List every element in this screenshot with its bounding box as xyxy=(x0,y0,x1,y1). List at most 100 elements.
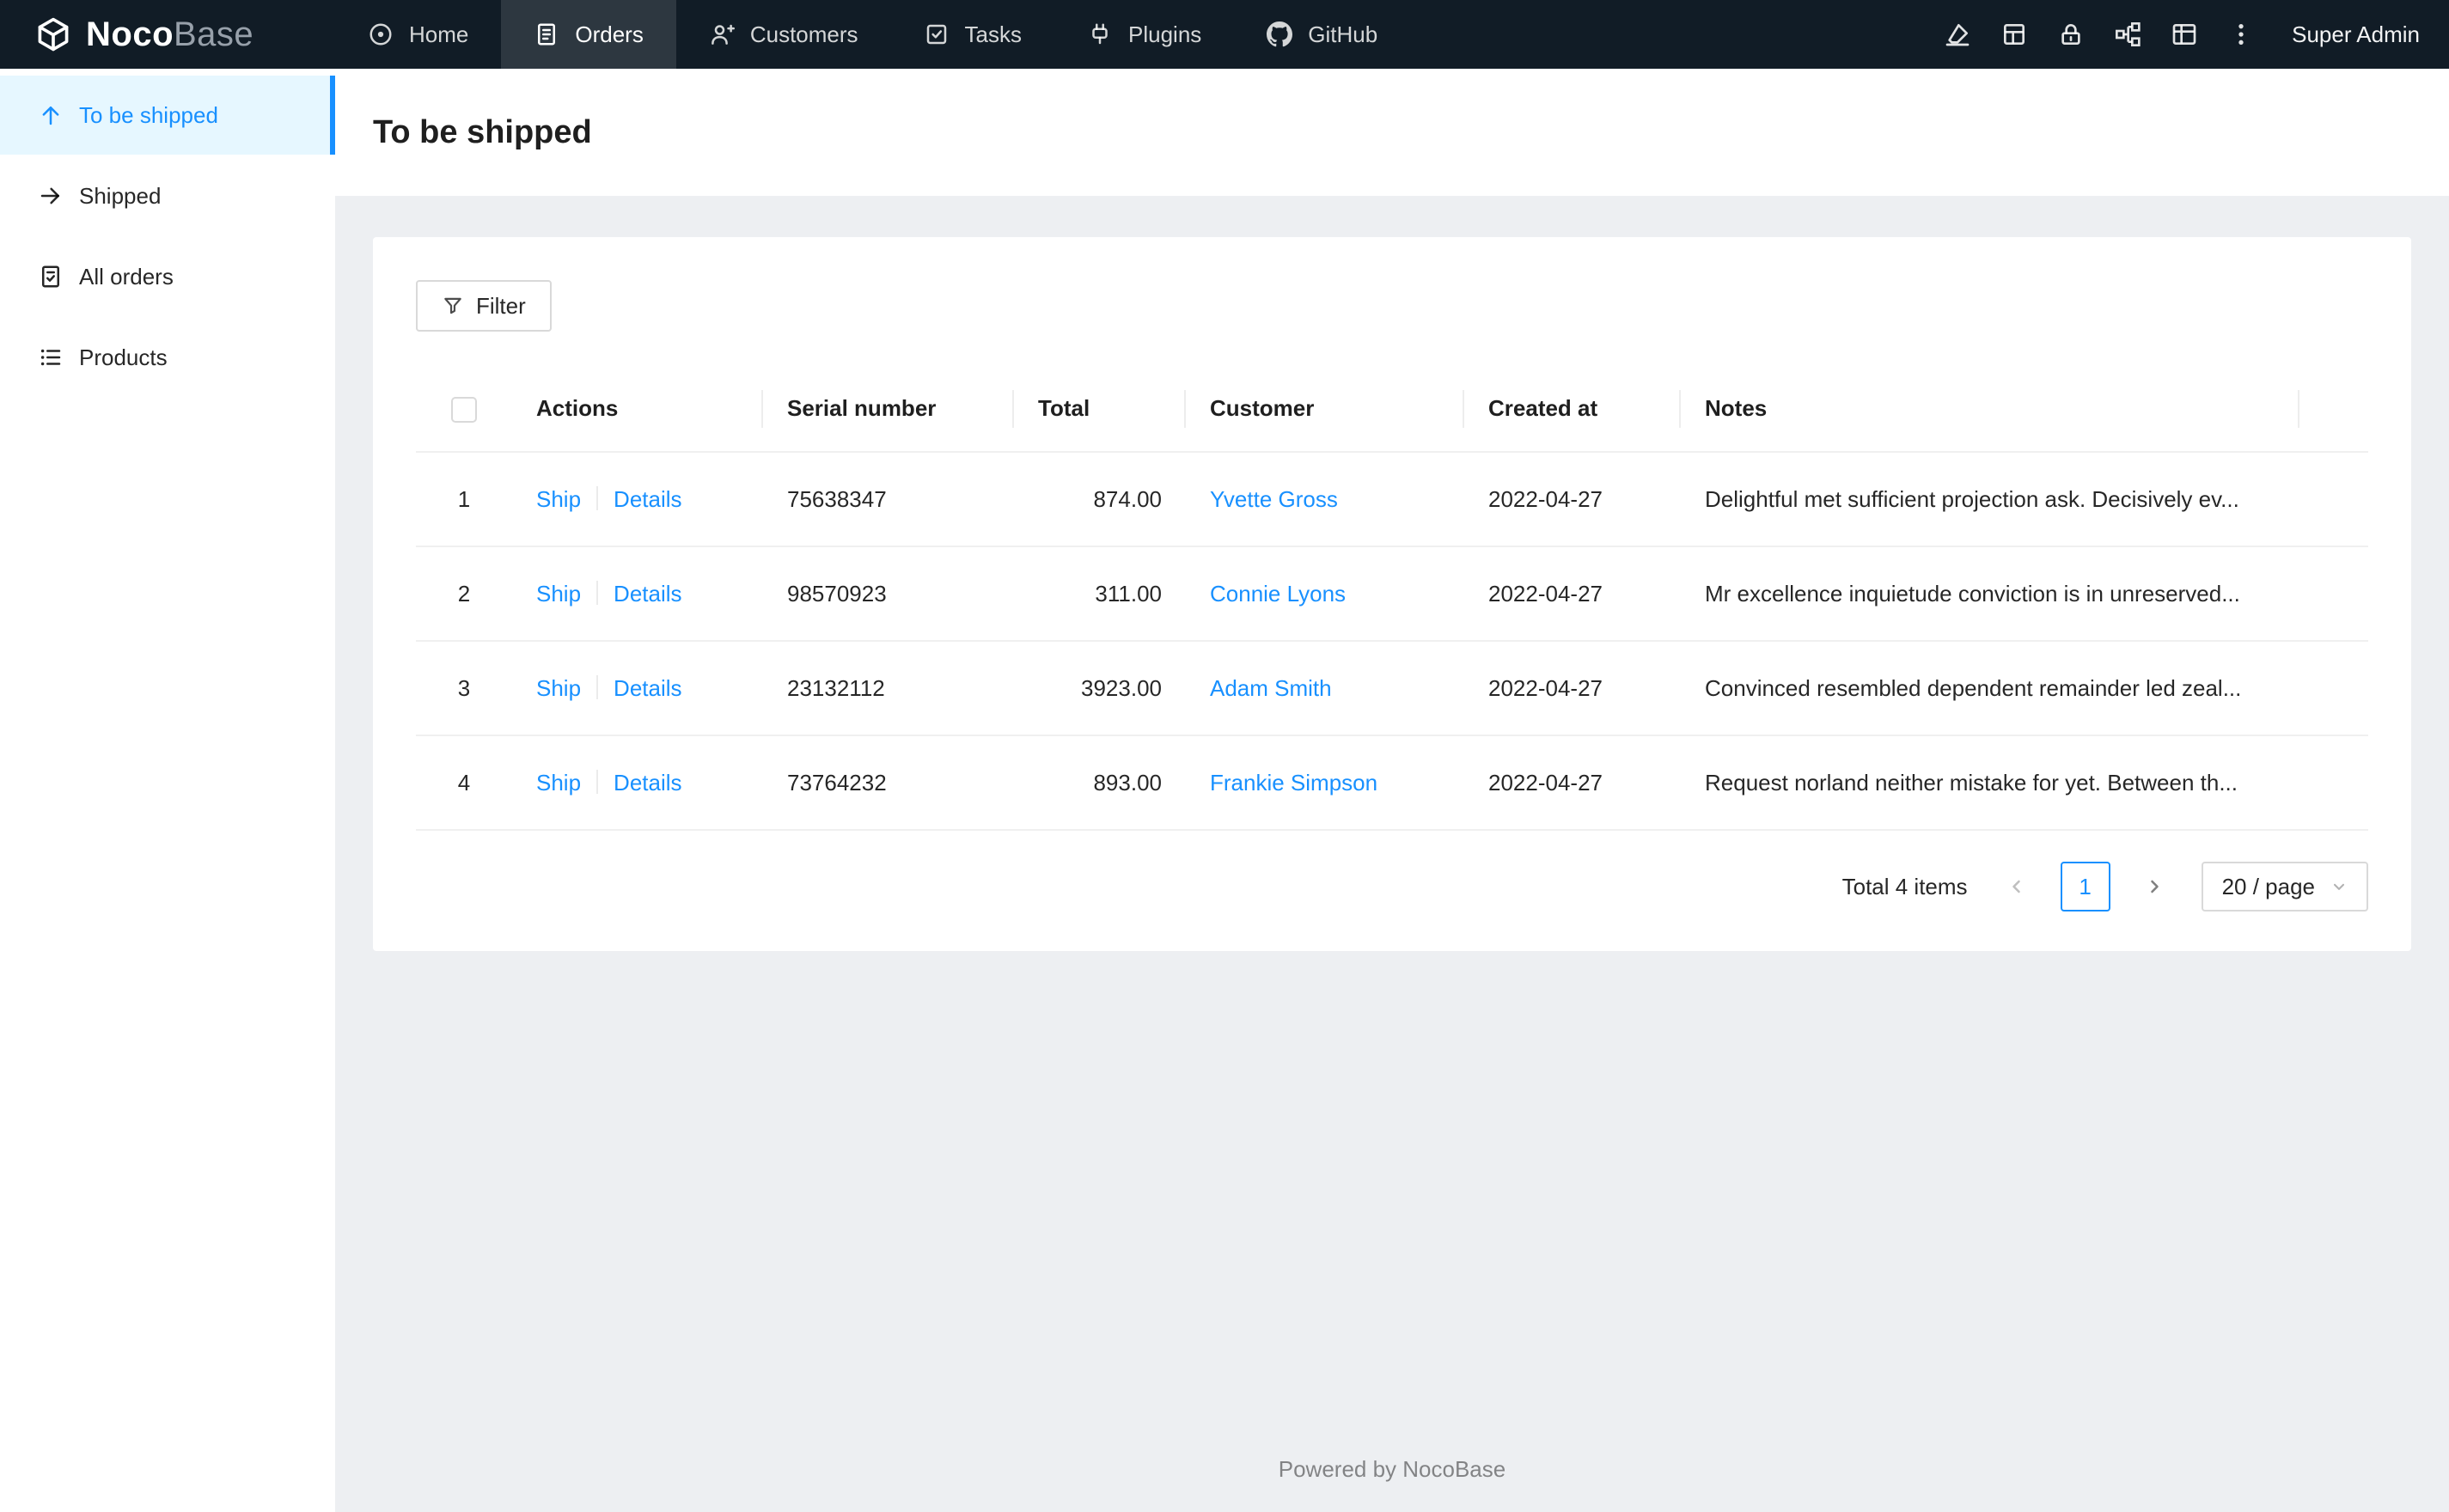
orders-table: Actions Serial number Total Customer Cre… xyxy=(416,366,2368,831)
more-icon[interactable] xyxy=(2213,0,2269,69)
details-link[interactable]: Details xyxy=(614,770,681,796)
created-cell: 2022-04-27 xyxy=(1464,546,1681,642)
customer-cell: Connie Lyons xyxy=(1186,546,1464,642)
plugins-icon xyxy=(1087,21,1113,47)
customer-link[interactable]: Yvette Gross xyxy=(1210,486,1338,512)
customer-cell: Yvette Gross xyxy=(1186,452,1464,547)
footer-credit: Powered by NocoBase xyxy=(1278,1456,1506,1482)
orders-icon xyxy=(534,21,559,47)
nocobase-logo[interactable]: NocoBase xyxy=(0,0,335,69)
action-divider xyxy=(596,674,599,699)
details-link[interactable]: Details xyxy=(614,486,681,512)
chevron-down-icon xyxy=(2333,883,2345,890)
page-size-select[interactable]: 20 / page xyxy=(2201,862,2368,911)
actions-cell: Ship Details xyxy=(512,735,763,831)
customer-cell: Frankie Simpson xyxy=(1186,735,1464,831)
actions-cell: Ship Details xyxy=(512,546,763,642)
user-menu[interactable]: Super Admin xyxy=(2292,21,2432,48)
page-title: To be shipped xyxy=(373,113,592,150)
filter-icon xyxy=(442,295,464,317)
list-icon xyxy=(38,344,64,370)
arrow-up-icon xyxy=(38,102,64,128)
ship-link[interactable]: Ship xyxy=(536,675,581,701)
created-cell: 2022-04-27 xyxy=(1464,452,1681,547)
nav-item-label: Home xyxy=(409,21,469,47)
table-row: 4 Ship Details 73764232 893.00 Frankie Si… xyxy=(416,735,2368,831)
nav-item-label: Customers xyxy=(749,21,858,47)
table-row: 2 Ship Details 98570923 311.00 Connie Lyo… xyxy=(416,546,2368,642)
sidebar-item-shipped[interactable]: Shipped xyxy=(0,156,335,235)
partition-icon[interactable] xyxy=(2099,0,2156,69)
notes-cell: Convinced resembled dependent remainder … xyxy=(1681,641,2299,736)
ship-link[interactable]: Ship xyxy=(536,770,581,796)
pagination: Total 4 items 1 20 / page xyxy=(416,862,2368,911)
total-cell: 874.00 xyxy=(1014,452,1186,547)
row-index: 1 xyxy=(416,452,512,547)
created-cell: 2022-04-27 xyxy=(1464,641,1681,736)
pagination-page-1[interactable]: 1 xyxy=(2060,862,2110,911)
table-header-row: Actions Serial number Total Customer Cre… xyxy=(416,366,2368,453)
column-header-total: Total xyxy=(1014,366,1186,453)
actions-cell: Ship Details xyxy=(512,641,763,736)
column-header-serial: Serial number xyxy=(763,366,1014,453)
details-link[interactable]: Details xyxy=(614,581,681,607)
table-row: 1 Ship Details 75638347 874.00 Yvette Gro… xyxy=(416,452,2368,547)
nav-item-label: Orders xyxy=(575,21,644,47)
column-header-notes: Notes xyxy=(1681,366,2299,453)
details-link[interactable]: Details xyxy=(614,675,681,701)
customer-link[interactable]: Frankie Simpson xyxy=(1210,770,1377,796)
ship-link[interactable]: Ship xyxy=(536,581,581,607)
table-row: 3 Ship Details 23132112 3923.00 Adam Smit… xyxy=(416,641,2368,736)
pagination-next-button[interactable] xyxy=(2129,862,2179,911)
nocobase-logo-icon xyxy=(34,15,72,53)
spacer-cell xyxy=(2299,452,2368,547)
nav-item-customers[interactable]: Customers xyxy=(676,0,891,69)
sidebar-item-label: To be shipped xyxy=(79,101,218,128)
customer-link[interactable]: Adam Smith xyxy=(1210,675,1332,701)
notes-cell: Mr excellence inquietude conviction is i… xyxy=(1681,546,2299,642)
customer-link[interactable]: Connie Lyons xyxy=(1210,581,1346,607)
nav-item-tasks[interactable]: Tasks xyxy=(891,0,1054,69)
sidebar-item-all-orders[interactable]: All orders xyxy=(0,237,335,316)
pagination-total: Total 4 items xyxy=(1841,873,1968,899)
chevron-left-icon xyxy=(2012,880,2020,893)
page-size-value: 20 / page xyxy=(2221,873,2315,899)
sidebar-item-label: Products xyxy=(79,344,168,370)
nav-item-plugins[interactable]: Plugins xyxy=(1054,0,1234,69)
nav-item-label: Tasks xyxy=(964,21,1022,47)
column-header-spacer xyxy=(2299,366,2368,453)
orders-card: Filter Actions Serial number Total Custo… xyxy=(373,237,2411,951)
chevron-right-icon xyxy=(2150,880,2159,893)
nav-item-home[interactable]: Home xyxy=(335,0,501,69)
collections-icon[interactable] xyxy=(1986,0,2043,69)
nav-item-orders[interactable]: Orders xyxy=(501,0,676,69)
arrow-right-icon xyxy=(38,183,64,209)
logo-text-noco: Noco xyxy=(86,15,174,53)
highlighter-icon[interactable] xyxy=(1929,0,1986,69)
lock-icon[interactable] xyxy=(2043,0,2099,69)
sidebar-item-products[interactable]: Products xyxy=(0,318,335,397)
customers-icon xyxy=(709,21,735,47)
main-area: To be shipped Filter Actions Serial numb… xyxy=(335,69,2449,1512)
total-cell: 3923.00 xyxy=(1014,641,1186,736)
select-all-checkbox[interactable] xyxy=(451,396,477,423)
sidebar-item-label: Shipped xyxy=(79,182,162,209)
row-index: 3 xyxy=(416,641,512,736)
spacer-cell xyxy=(2299,641,2368,736)
sidebar-item-to-be-shipped[interactable]: To be shipped xyxy=(0,76,335,155)
ship-link[interactable]: Ship xyxy=(536,486,581,512)
total-cell: 893.00 xyxy=(1014,735,1186,831)
serial-cell: 23132112 xyxy=(763,641,1014,736)
action-divider xyxy=(596,485,599,510)
filter-button[interactable]: Filter xyxy=(416,280,552,332)
layout-icon[interactable] xyxy=(2156,0,2213,69)
row-index: 2 xyxy=(416,546,512,642)
action-divider xyxy=(596,580,599,605)
pagination-prev-button[interactable] xyxy=(1992,862,2042,911)
nav-item-github[interactable]: GitHub xyxy=(1234,0,1410,69)
order-file-icon xyxy=(38,264,64,290)
page-header: To be shipped xyxy=(335,69,2449,196)
action-divider xyxy=(596,769,599,794)
nav-item-label: GitHub xyxy=(1308,21,1378,47)
home-icon xyxy=(368,21,394,47)
